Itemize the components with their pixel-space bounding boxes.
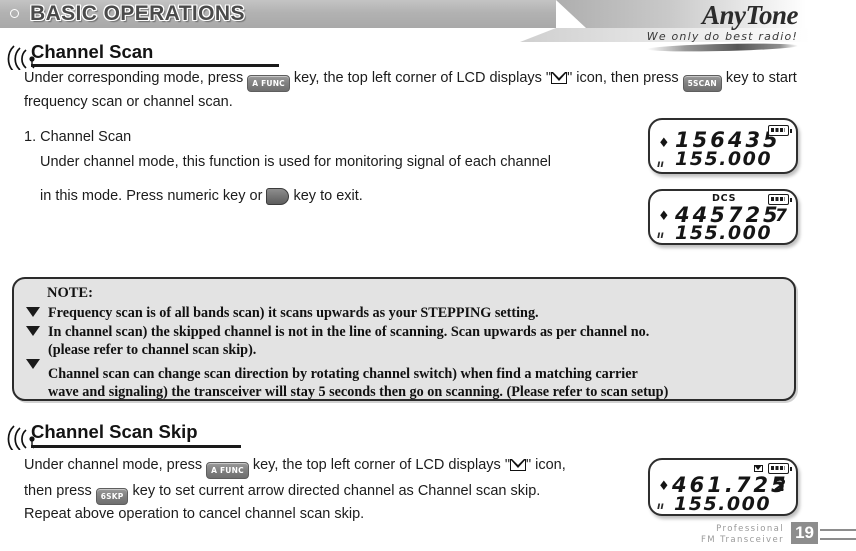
lcd-display-3: ♦ 461.725 155.000 2 ıı [648,458,798,516]
triangle-bullet-icon [26,307,40,317]
scan-skip-text-1: Under channel mode, press [24,457,203,473]
lcd-3-channel-number: 2 [774,476,786,496]
note-item-2-continuation: (please refer to channel scan skip). [48,342,257,358]
lcd-2-sub-value: 155.000 [675,222,773,244]
envelope-icon [551,72,568,84]
channel-scan-item-number: 1. Channel Scan [24,129,132,145]
lcd-3-corner-glyph: ıı [657,501,664,512]
lcd-2-channel-number: 7 [775,206,787,226]
lcd-1-sub-value: 155.000 [675,148,773,170]
section-underline [31,445,241,448]
intro-text-3: " icon, then press [567,70,679,86]
intro-text-1: Under corresponding mode, press [24,70,244,86]
key-6-skp-button[interactable]: 6SKP [95,488,129,505]
battery-icon [768,125,793,136]
note-title: NOTE: [47,285,93,301]
lcd-1-corner-glyph: ıı [657,159,664,170]
lcd-3-arrow-marker: ♦ [658,479,670,494]
channel-scan-intro-paragraph: Under corresponding mode, press A FUNC k… [24,68,834,113]
brand-logo-swoosh [646,42,799,53]
scan-skip-text-2: key, the top left corner of LCD displays… [252,457,510,473]
key-a-func-button[interactable]: A FUNC [247,75,290,92]
item-line2-text-a: in this mode. Press numeric key or [40,188,263,204]
page-number: 19 [791,522,818,544]
scan-skip-line2-text-a: then press [24,483,92,499]
intro-text-2: key, the top left corner of LCD displays… [293,70,552,86]
footer-line-2: FM Transceiver [700,535,784,545]
page-title: BASIC OPERATIONS [30,2,245,25]
note-box: NOTE: Frequency scan is of all bands sca… [12,277,796,401]
ptt-key-button[interactable] [266,188,290,205]
section-title-channel-scan: Channel Scan [31,41,154,62]
footer-rule-top [820,529,856,531]
lcd-display-1: ♦ 156435 155.000 ıı [648,118,798,174]
key-a-func-button[interactable]: A FUNC [206,462,249,479]
note-item-3-continuation: wave and signaling) the transceiver will… [48,384,669,400]
footer-rule-bottom [820,538,856,540]
scan-skip-text-3: " icon, [525,457,566,473]
footer-product-label: Professional FM Transceiver [701,524,784,546]
brand-logo: AnyTone We only do best radio! [646,0,799,53]
lcd-display-2: DCS ♦ 445725 155.000 7 ıı [648,189,798,245]
note-item-2-text: In channel scan) the skipped channel is … [48,324,650,340]
scan-skip-line2: then press 6SKP key to set current arrow… [24,481,632,505]
lcd-2-corner-glyph: ıı [657,230,664,241]
section-underline [31,64,279,67]
battery-icon [768,463,793,474]
scan-skip-line3: Repeat above operation to cancel channel… [24,506,365,522]
section-title-channel-scan-skip: Channel Scan Skip [31,421,198,442]
scan-skip-line1: Under channel mode, press A FUNC key, th… [24,455,639,479]
lcd-2-arrow-marker: ♦ [658,209,670,224]
envelope-icon [509,459,526,471]
channel-scan-item-line1: Under channel mode, this function is use… [40,154,552,170]
note-item-1-text: Frequency scan is of all bands scan) it … [48,305,539,321]
channel-scan-item-line2: in this mode. Press numeric key or key t… [40,186,650,207]
triangle-bullet-icon [26,359,40,369]
triangle-bullet-icon [26,326,40,336]
envelope-icon [753,464,763,472]
footer-line-1: Professional [716,524,784,534]
lcd-1-arrow-marker: ♦ [658,136,670,151]
brand-logo-tagline: We only do best radio! [646,30,798,43]
scan-skip-line2-text-b: key to set current arrow directed channe… [132,483,541,499]
lcd-3-sub-value: 155.000 [674,493,772,515]
brand-logo-name: AnyTone [701,0,799,30]
page-footer: Professional FM Transceiver 19 [596,522,856,551]
key-5-scan-button[interactable]: 5SCAN [682,75,722,92]
note-item-3-text: Channel scan can change scan direction b… [48,366,638,382]
item-line2-text-b: key to exit. [293,188,363,204]
bullet-circle-icon [10,9,19,18]
battery-icon [768,194,793,205]
